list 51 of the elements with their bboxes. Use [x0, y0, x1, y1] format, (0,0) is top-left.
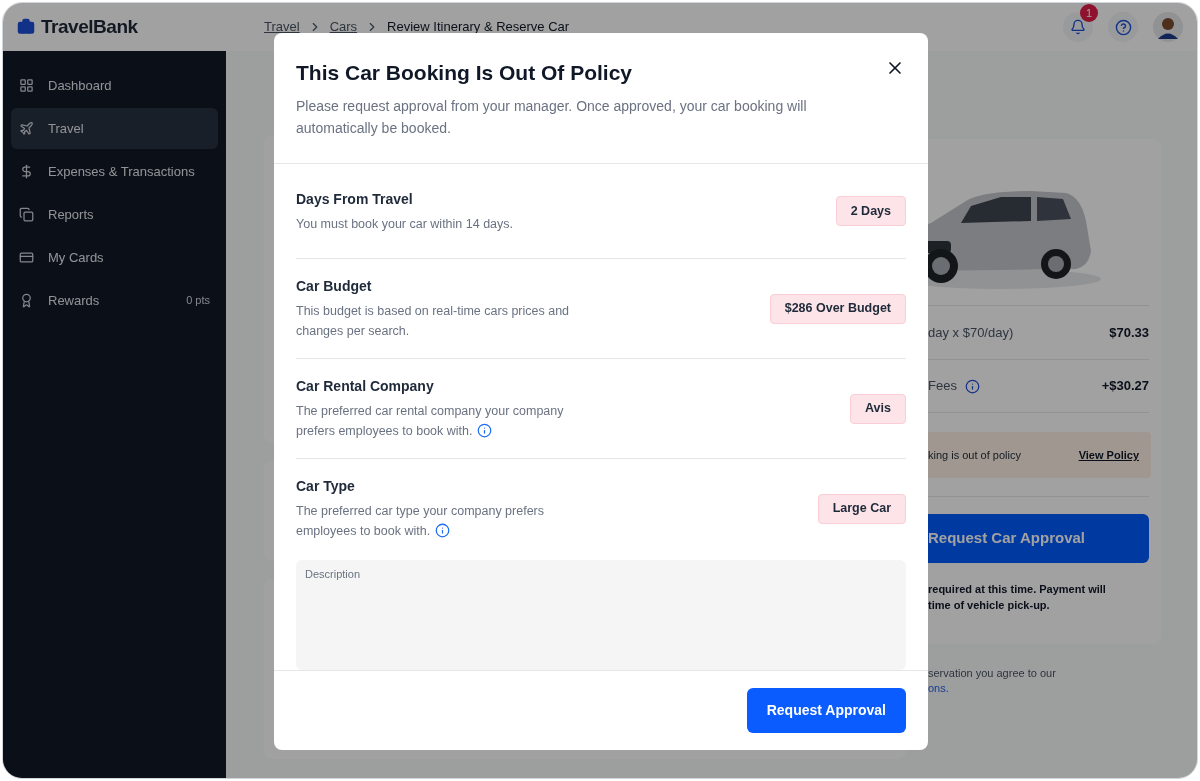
points-count: 0 pts	[186, 293, 210, 309]
help-button[interactable]	[1108, 12, 1138, 42]
criterion-description: This budget is based on real-time cars prices and changes per search.	[296, 303, 571, 340]
dialog-subtitle: Please request approval from your manager. Once approved, your car booking will automatically be booked.	[296, 97, 808, 138]
logo-text: TravelBank	[41, 14, 138, 39]
notification-count: 1	[1080, 4, 1098, 22]
sidebar-label: Travel	[48, 119, 84, 138]
award-icon	[19, 293, 34, 308]
rate-value: $70.33	[1109, 323, 1149, 342]
criterion-value: Large Car	[817, 493, 906, 524]
info-icon[interactable]	[435, 523, 451, 538]
sidebar-item[interactable]: Travel	[11, 108, 218, 149]
avatar[interactable]	[1153, 12, 1183, 42]
payment-note: time of vehicle pick-up.	[928, 598, 1051, 613]
fees-label: Fees	[928, 377, 957, 396]
sidebar-label: Reports	[48, 205, 94, 224]
criterion-description: The preferred car rental company your company prefers employees to book with.	[296, 403, 565, 440]
payment-note: required at this time. Payment will	[928, 582, 1107, 597]
criterion-title: Car Type	[296, 477, 356, 496]
terms-text: servation you agree to our	[928, 666, 1057, 681]
bell-icon	[1070, 19, 1086, 35]
criterion-value: 2 Days	[835, 196, 906, 226]
criterion-description: The preferred car type your company prefers employees to book with.	[296, 503, 546, 540]
grid-icon	[19, 78, 34, 93]
description-field[interactable]: Description	[296, 560, 906, 670]
help-icon	[1114, 18, 1132, 36]
pages-icon	[19, 207, 34, 222]
dollar-icon	[19, 164, 34, 179]
sidebar-label: Dashboard	[48, 76, 112, 95]
fees-value: +$30.27	[1101, 377, 1149, 396]
plane-icon	[19, 121, 34, 136]
sidebar-label: My Cards	[48, 248, 104, 267]
terms-link[interactable]: ons.	[928, 681, 1161, 696]
info-icon[interactable]	[964, 378, 980, 394]
view-policy-link[interactable]: View Policy	[1078, 446, 1139, 464]
sidebar-label: Expenses & Transactions	[48, 162, 195, 181]
criterion-title: Car Rental Company	[296, 377, 435, 396]
request-approval-button[interactable]: Request Approval	[746, 688, 906, 733]
criterion-value: $286 Over Budget	[769, 293, 906, 324]
card-icon	[19, 250, 34, 265]
criterion-title: Car Budget	[296, 277, 373, 296]
breadcrumb-current: Review Itinerary & Reserve Car	[387, 18, 570, 37]
sidebar-label: Rewards	[48, 291, 100, 310]
dialog-title: This Car Booking Is Out Of Policy	[296, 60, 634, 86]
rate-label: day x $70/day)	[928, 323, 1014, 342]
criterion-description: You must book your car within 14 days.	[296, 215, 515, 233]
policy-notice: king is out of policy	[928, 447, 1021, 463]
briefcase-icon	[17, 18, 35, 36]
criterion-title: Days From Travel	[296, 189, 414, 209]
info-icon[interactable]	[477, 423, 493, 438]
criterion-value: Avis	[850, 393, 906, 424]
